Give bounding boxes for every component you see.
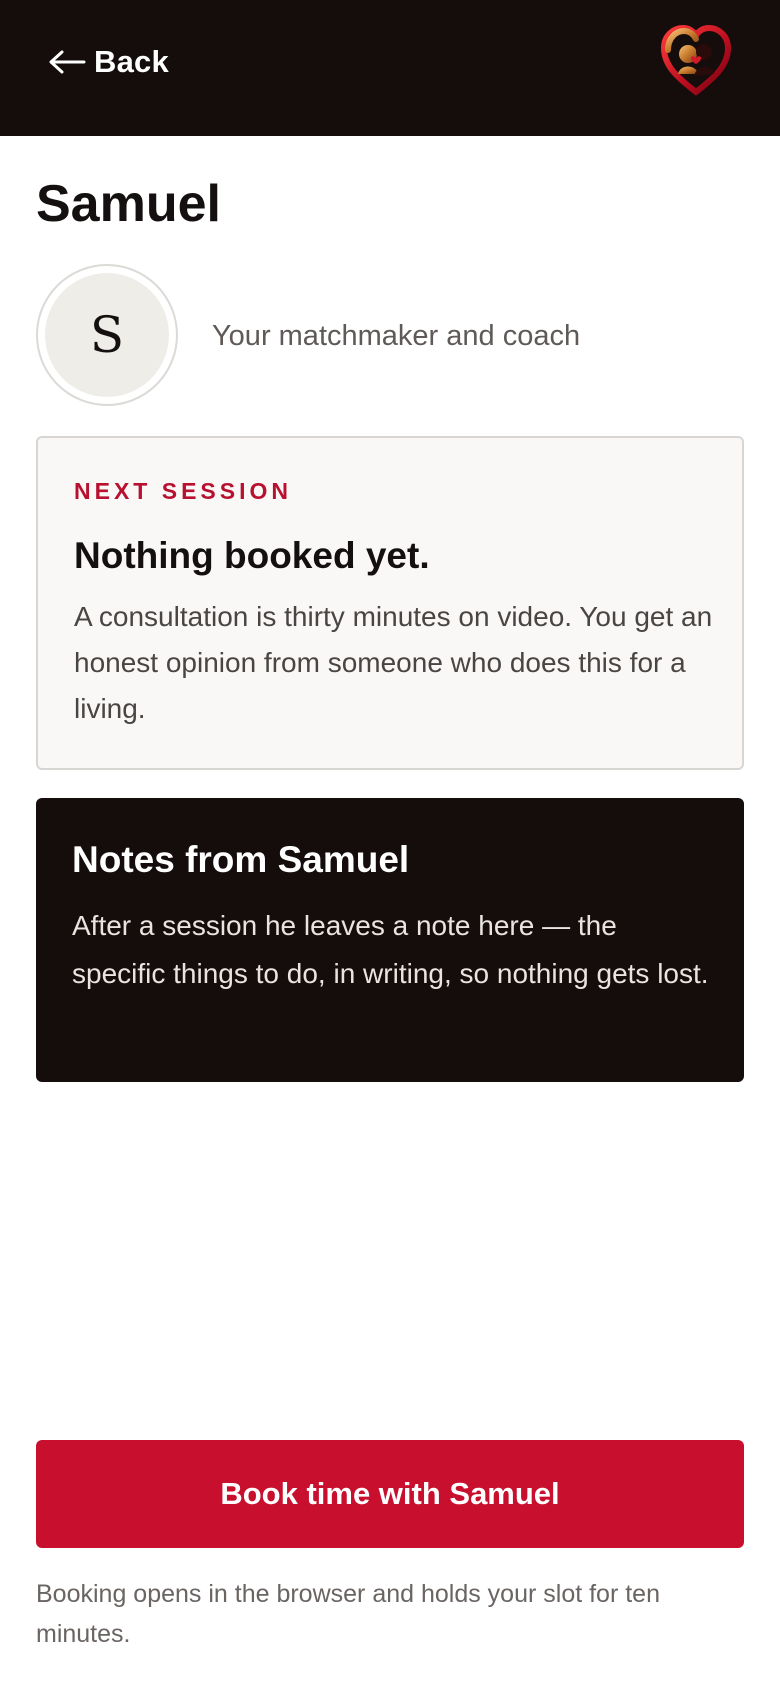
back-label: Back bbox=[94, 44, 169, 79]
coach-role: Your matchmaker and coach bbox=[212, 320, 581, 352]
next-session-card: NEXT SESSION Nothing booked yet. A consu… bbox=[36, 436, 744, 770]
book-time-button[interactable]: Book time with Samuel bbox=[36, 1440, 744, 1548]
back-button[interactable]: Back bbox=[48, 40, 169, 84]
top-bar: Back bbox=[0, 0, 780, 136]
booking-footnote: Booking opens in the browser and holds y… bbox=[36, 1580, 660, 1648]
page-title: Samuel bbox=[36, 175, 221, 233]
notes-description: After a session he leaves a note here — … bbox=[72, 910, 709, 989]
heart-couple-logo-icon bbox=[660, 24, 732, 96]
next-session-description: A consultation is thirty minutes on vide… bbox=[74, 601, 713, 724]
avatar-initial: S bbox=[45, 273, 169, 397]
next-session-heading: Nothing booked yet. bbox=[74, 535, 430, 576]
notes-heading: Notes from Samuel bbox=[72, 839, 410, 880]
next-session-eyebrow: NEXT SESSION bbox=[74, 478, 292, 504]
arrow-left-icon bbox=[49, 50, 86, 74]
avatar: S bbox=[36, 264, 178, 406]
notes-card: Notes from Samuel After a session he lea… bbox=[36, 798, 744, 1082]
